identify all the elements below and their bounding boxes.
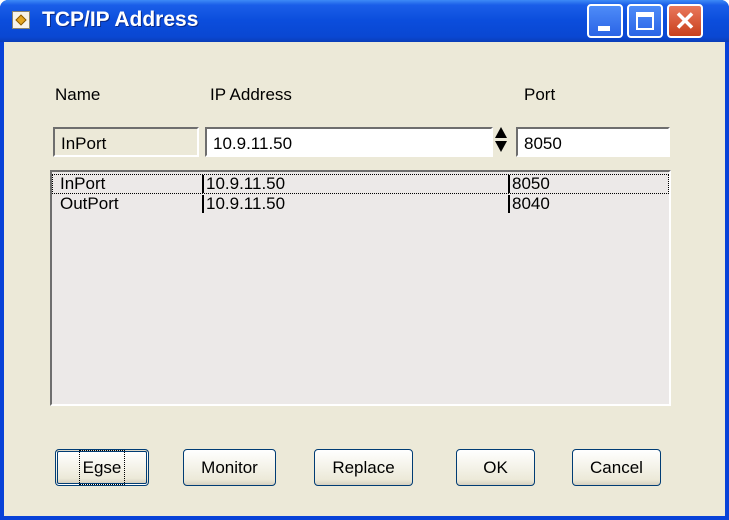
window-title: TCP/IP Address <box>42 8 199 31</box>
name-column-label: Name <box>55 85 101 104</box>
ip-column-label: IP Address <box>210 85 292 104</box>
list-item[interactable]: OutPort 10.9.11.50 8040 <box>52 194 669 214</box>
minimize-button[interactable] <box>587 4 623 38</box>
monitor-button[interactable]: Monitor <box>183 449 276 486</box>
port-field[interactable]: 8050 <box>516 127 670 157</box>
row-ip: 10.9.11.50 <box>206 194 286 213</box>
ok-button[interactable]: OK <box>456 449 535 486</box>
title-bar[interactable]: TCP/IP Address ✕ <box>0 0 729 42</box>
spin-down-icon[interactable] <box>495 141 507 152</box>
maximize-button[interactable] <box>627 4 663 38</box>
spin-up-icon[interactable] <box>495 127 507 138</box>
app-icon[interactable] <box>12 11 30 29</box>
close-button[interactable]: ✕ <box>667 4 703 38</box>
row-name: OutPort <box>60 194 119 213</box>
row-port: 8040 <box>512 194 550 213</box>
list-item[interactable]: InPort 10.9.11.50 8050 <box>52 174 669 194</box>
ip-spinner[interactable] <box>494 125 508 157</box>
name-field[interactable]: InPort <box>53 127 199 157</box>
cancel-button[interactable]: Cancel <box>572 449 661 486</box>
row-name: InPort <box>60 174 106 193</box>
row-port: 8050 <box>512 174 550 193</box>
replace-button[interactable]: Replace <box>314 449 413 486</box>
port-column-label: Port <box>524 85 556 104</box>
minimize-icon <box>598 26 610 31</box>
close-icon: ✕ <box>674 6 696 36</box>
ip-address-field[interactable]: 10.9.11.50 <box>205 127 493 157</box>
address-list[interactable]: InPort 10.9.11.50 8050 OutPort 10.9.11.5… <box>50 170 671 406</box>
row-ip: 10.9.11.50 <box>206 174 286 193</box>
maximize-icon <box>636 12 654 30</box>
dialog-window: TCP/IP Address ✕ Name IP Address Port In… <box>0 0 729 520</box>
erase-button[interactable]: Egse <box>55 449 149 486</box>
